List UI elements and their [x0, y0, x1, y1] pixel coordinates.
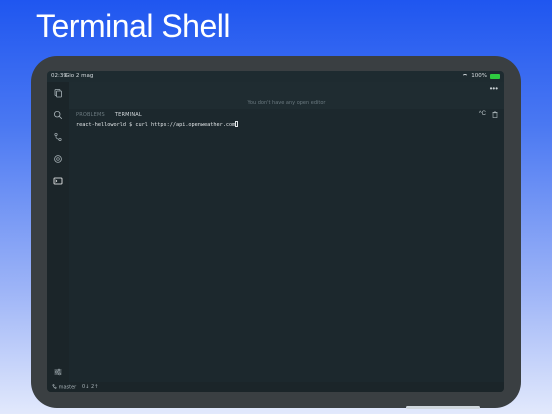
settings-icon[interactable] — [53, 367, 63, 377]
files-icon[interactable] — [53, 88, 63, 98]
home-indicator — [406, 406, 480, 409]
page-headline: Terminal Shell — [36, 8, 230, 44]
trash-icon[interactable] — [492, 111, 498, 120]
battery-percent: 100% — [471, 73, 487, 79]
terminal-panel[interactable]: PROBLEMS TERMINAL ^C react-helloworld $ … — [69, 109, 504, 382]
branch-icon — [52, 384, 57, 389]
branch-indicator[interactable]: master — [52, 384, 76, 391]
empty-editor-message: You don't have any open editor — [247, 100, 326, 106]
terminal-cursor — [235, 121, 239, 127]
status-bar: master 0↓ 2↑ — [47, 382, 504, 392]
status-right: 100% — [462, 73, 500, 79]
activity-bar — [47, 82, 69, 382]
more-options-button[interactable]: ••• — [490, 85, 498, 93]
battery-icon — [490, 73, 500, 79]
search-icon[interactable] — [53, 110, 63, 120]
interrupt-button[interactable]: ^C — [479, 111, 486, 120]
app-screen: 02:39 Gio 2 mag 100% ••• You don't have … — [47, 71, 504, 392]
extensions-icon[interactable] — [53, 154, 63, 164]
wifi-icon — [462, 73, 469, 79]
tab-problems[interactable]: PROBLEMS — [76, 112, 105, 118]
terminal-prompt: react-helloworld $ — [76, 122, 136, 128]
status-date: Gio 2 mag — [65, 73, 94, 79]
ipad-frame: 02:39 Gio 2 mag 100% ••• You don't have … — [31, 56, 521, 408]
ios-status-bar: 02:39 Gio 2 mag 100% — [47, 71, 504, 82]
terminal-input-line[interactable]: react-helloworld $ curl https://api.open… — [76, 121, 239, 128]
panel-tabs: PROBLEMS TERMINAL — [76, 112, 142, 118]
branch-name: master — [58, 384, 77, 391]
git-branch-icon[interactable] — [53, 132, 63, 142]
terminal-icon[interactable] — [53, 176, 63, 186]
editor-area: ••• You don't have any open editor PROBL… — [69, 82, 504, 382]
sync-status[interactable]: 0↓ 2↑ — [82, 384, 98, 390]
tab-terminal[interactable]: TERMINAL — [115, 112, 142, 118]
terminal-command: curl https://api.openweather.com — [135, 122, 236, 128]
panel-actions: ^C — [479, 111, 498, 120]
